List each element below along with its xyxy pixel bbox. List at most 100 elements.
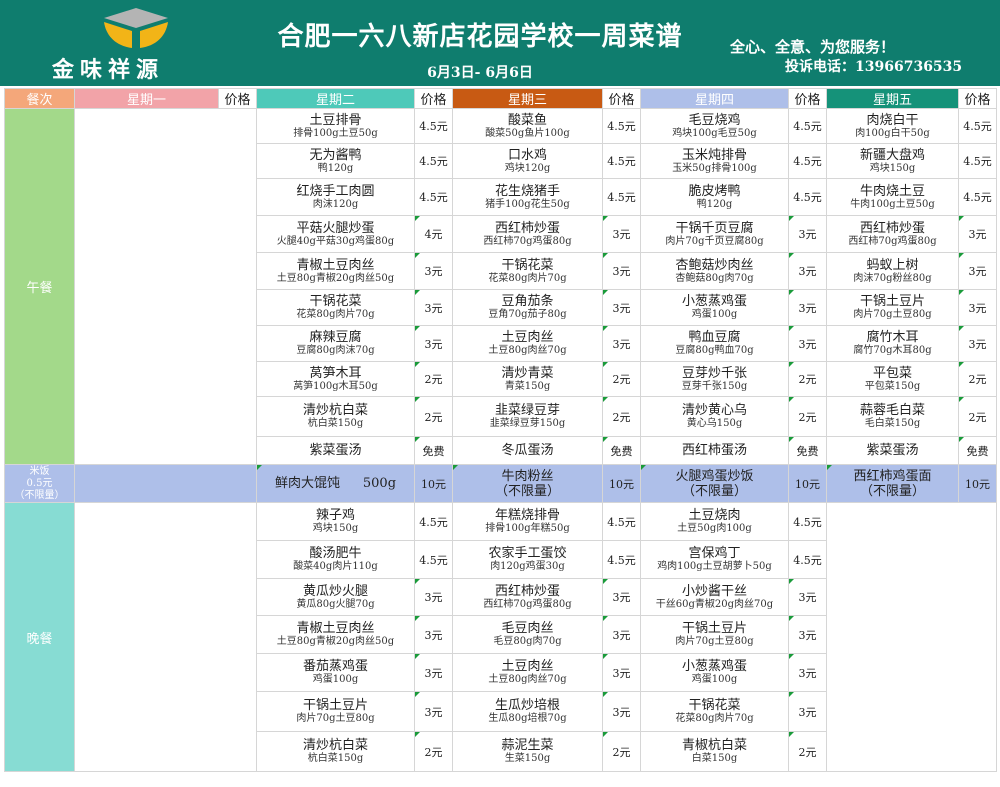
dish-ingredients: 鸡蛋100g (691, 309, 738, 320)
dish-name: 干锅土豆片 (302, 698, 368, 713)
dish-cell: 肉烧白干 肉100g白干50g (826, 108, 959, 144)
dish-ingredients: 玉米50g排骨100g (672, 162, 757, 174)
dish-name: 牛肉烧土豆 (859, 183, 925, 199)
dish-ingredients: 火腿40g平菇30g鸡蛋80g (276, 235, 395, 247)
dish-cell: 干锅花菜 花菜80g肉片70g (640, 691, 789, 732)
dish-name: 青椒土豆肉丝 (296, 257, 375, 273)
slogan: 全心、全意、为您服务！ (730, 38, 896, 56)
price-cell: 4.5元 (788, 178, 827, 216)
dish-name: 西红柿炒蛋 (494, 220, 560, 236)
price-cell: 3元 (602, 289, 641, 326)
dish-cell: 西红柿炒蛋 西红柿70g鸡蛋80g (452, 215, 603, 253)
price-cell: 4.5元 (414, 143, 453, 179)
dish-cell: 干锅土豆片 肉片70g土豆80g (640, 615, 789, 654)
dish-name: 年糕烧排骨 (494, 508, 560, 523)
dish-name: 豆角茄条 (501, 294, 554, 309)
price-cell: 4.5元 (958, 178, 997, 216)
price-cell: 3元 (958, 325, 997, 362)
dish-cell: 清炒杭白菜 杭白菜150g (256, 396, 415, 437)
dish-ingredients: 鸭120g (317, 162, 354, 174)
dish-name: 土豆肉丝 (501, 659, 554, 674)
price-cell: 3元 (602, 615, 641, 654)
dish-ingredients: 杏鲍菇80g肉70g (675, 272, 754, 284)
staple-dish: 牛肉粉丝 （不限量） (452, 464, 603, 503)
dish-name: 黄瓜炒火腿 (302, 583, 368, 599)
dish-name: 红烧手工肉圆 (296, 183, 375, 199)
rice-line: 0.5元 (26, 477, 53, 489)
price-cell: 2元 (788, 361, 827, 397)
header-row: 餐次 星期一 价格 星期二 价格 星期三 价格 星期四 价格 星期五 价格 (4, 88, 997, 109)
dish-cell: 土豆肉丝 土豆80g肉丝70g (452, 653, 603, 692)
dish-cell: 蒜蓉毛白菜 毛白菜150g (826, 396, 959, 437)
staple-note: （不限量） (859, 483, 925, 499)
dish-name: 青椒杭白菜 (681, 738, 747, 753)
dish-cell: 平菇火腿炒蛋 火腿40g平菇30g鸡蛋80g (256, 215, 415, 253)
dish-ingredients: 肉120g鸡蛋30g (490, 561, 565, 572)
price-cell: 免费 (414, 436, 453, 465)
price-cell: 4.5元 (602, 143, 641, 179)
dish-ingredients: 干丝60g青椒20g肉丝70g (655, 598, 774, 610)
dish-cell: 清炒杭白菜 杭白菜150g (256, 731, 415, 772)
price-cell: 免费 (788, 436, 827, 465)
dish-ingredients: 青菜150g (504, 380, 551, 392)
lunch-row: 午餐 土豆排骨 排骨100g土豆50g 4.5元 酸菜鱼 酸菜50g鱼片100g 4.5元毛… (4, 108, 997, 465)
dish-name: 口水鸡 (507, 147, 547, 163)
price-cell: 3元 (414, 615, 453, 654)
dish-ingredients: 肉片70g千页豆腐80g (665, 235, 764, 247)
price-cell: 2元 (958, 361, 997, 397)
dish-name: 西红柿炒蛋 (859, 220, 925, 236)
dish-ingredients: 土豆80g青椒20g肉丝50g (276, 272, 395, 284)
dish-ingredients: 鸡块150g (869, 162, 916, 174)
dish-ingredients: 酸菜40g肉片110g (293, 561, 378, 572)
price-cell: 4.5元 (788, 143, 827, 179)
dish-name: 干锅千页豆腐 (675, 220, 754, 236)
price-cell: 3元 (414, 653, 453, 692)
price-cell: 4.5元 (414, 108, 453, 144)
price-cell: 4.5元 (602, 178, 641, 216)
dish-cell: 干锅花菜 花菜80g肉片70g (452, 252, 603, 290)
dish-cell: 年糕烧排骨 排骨100g年糕50g (452, 502, 603, 541)
dish-cell: 杏鲍菇炒肉丝 杏鲍菇80g肉70g (640, 252, 789, 290)
staple-note: （不限量） (494, 483, 560, 499)
dish-ingredients: 豆芽千张150g (681, 380, 748, 392)
dinner-label: 晚餐 (4, 502, 75, 772)
dish-name: 小葱蒸鸡蛋 (681, 294, 747, 309)
price-cell: 2元 (788, 396, 827, 437)
dish-cell: 青椒杭白菜 白菜150g (640, 731, 789, 772)
price-cell: 2元 (414, 731, 453, 772)
dish-name: 番茄蒸鸡蛋 (302, 659, 368, 674)
dish-ingredients: 土豆80g青椒20g肉丝50g (276, 636, 395, 647)
dish-ingredients: 腐竹70g木耳80g (853, 345, 932, 356)
dish-cell: 毛豆烧鸡 鸡块100g毛豆50g (640, 108, 789, 144)
dish-ingredients: 鸭120g (696, 198, 733, 210)
dish-cell: 青椒土豆肉丝 土豆80g青椒20g肉丝50g (256, 252, 415, 290)
dish-ingredients: 莴笋100g木耳50g (293, 380, 378, 392)
dish-cell: 土豆烧肉 土豆50g肉100g (640, 502, 789, 541)
price-cell: 2元 (602, 731, 641, 772)
dish-name: 冬瓜蛋汤 (501, 443, 554, 458)
dish-cell: 清炒黄心乌 黄心乌150g (640, 396, 789, 437)
price-cell: 3元 (414, 325, 453, 362)
dish-name: 肉烧白干 (866, 112, 919, 128)
dish-ingredients: 排骨100g土豆50g (293, 127, 378, 139)
price-cell: 3元 (602, 691, 641, 732)
price-cell: 3元 (788, 653, 827, 692)
col-friday: 星期五 (826, 88, 959, 109)
price-cell: 3元 (788, 289, 827, 326)
dish-cell: 干锅土豆片 肉片70g土豆80g (826, 289, 959, 326)
dish-name: 毛豆肉丝 (501, 621, 554, 636)
dish-ingredients: 排骨100g年糕50g (485, 523, 570, 534)
col-price: 价格 (788, 88, 827, 109)
staple-name: 火腿鸡蛋炒饭 (675, 468, 754, 484)
rice-info: 米饭 0.5元 （不限量） (4, 464, 75, 503)
dish-name: 韭菜绿豆芽 (494, 403, 560, 418)
dish-cell: 韭菜绿豆芽 韭菜绿豆芽150g (452, 396, 603, 437)
dish-name: 玉米炖排骨 (681, 147, 747, 163)
col-price: 价格 (218, 88, 257, 109)
dish-ingredients: 豆腐80g肉沫70g (296, 345, 375, 356)
dish-cell: 牛肉烧土豆 牛肉100g土豆50g (826, 178, 959, 216)
dish-cell: 小葱蒸鸡蛋 鸡蛋100g (640, 289, 789, 326)
dish-cell: 农家手工蛋饺 肉120g鸡蛋30g (452, 540, 603, 579)
dish-name: 平菇火腿炒蛋 (296, 220, 375, 236)
rice-line: （不限量） (14, 489, 65, 501)
